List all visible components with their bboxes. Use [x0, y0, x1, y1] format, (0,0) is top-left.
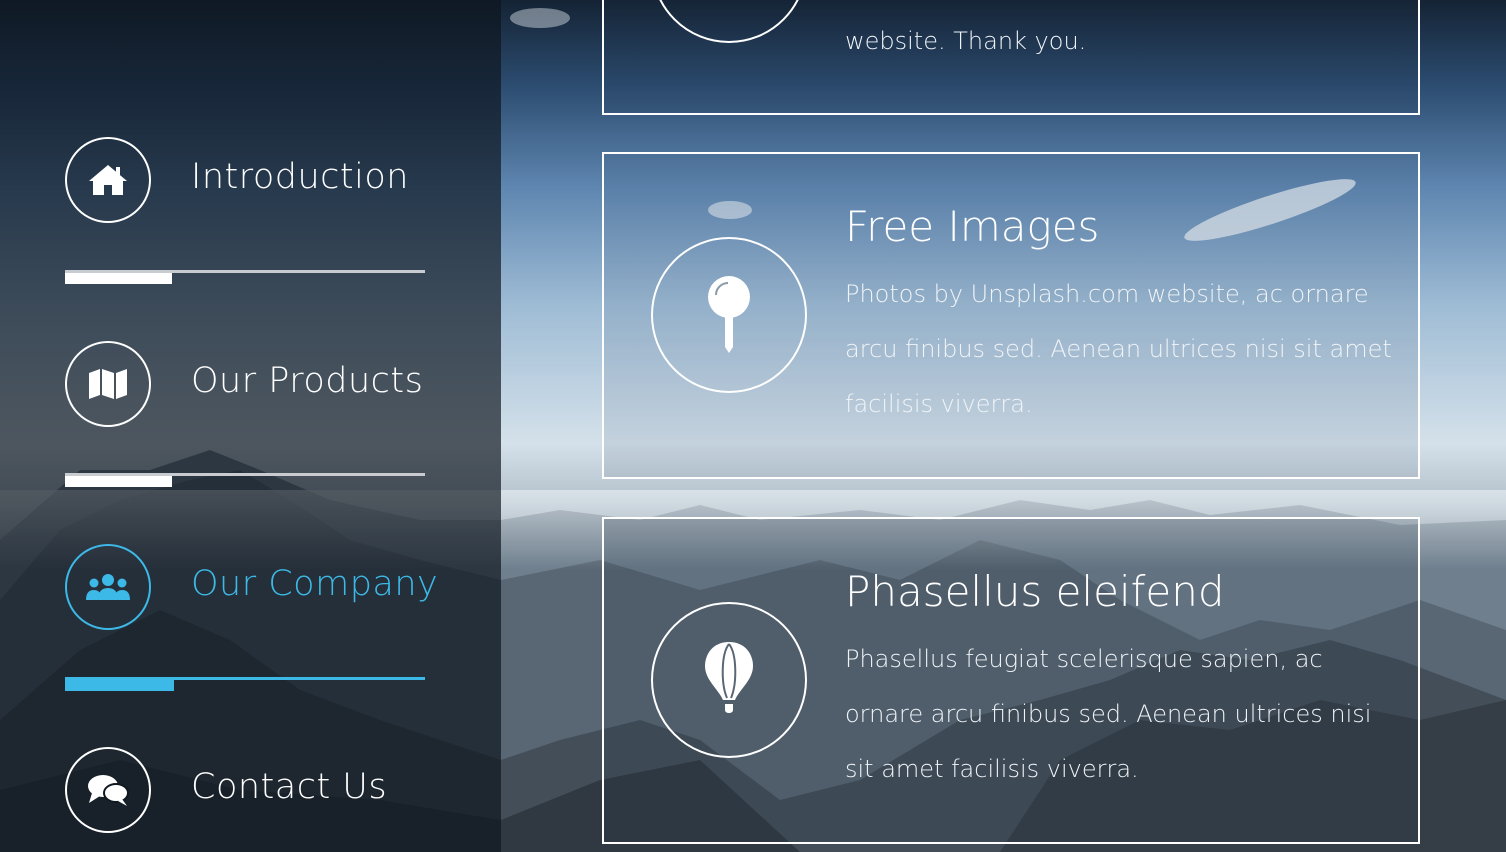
comments-icon: [65, 747, 151, 833]
card-text: Phasellus feugiat scelerisque sapien, ac…: [845, 645, 1372, 783]
nav-progress-bar: [65, 473, 425, 487]
feature-card: website. Thank you.: [602, 0, 1420, 115]
nav-progress-bar: [65, 677, 425, 691]
users-icon: [65, 544, 151, 630]
sidebar-item-introduction[interactable]: Introduction: [65, 137, 445, 227]
sidebar-item-contact-us[interactable]: Contact Us: [65, 747, 445, 837]
home-icon: [65, 137, 151, 223]
map-pin-icon: [651, 237, 807, 393]
sidebar-item-label: Our Company: [191, 564, 439, 604]
partial-circle-icon: [651, 0, 807, 43]
nav-progress-bar: [65, 270, 425, 284]
card-text: Photos by Unsplash.com website, ac ornar…: [845, 280, 1392, 418]
feature-card-free-images: Free Images Photos by Unsplash.com websi…: [602, 152, 1420, 479]
sidebar-item-our-products[interactable]: Our Products: [65, 341, 445, 431]
sidebar-item-our-company[interactable]: Our Company: [65, 544, 445, 634]
feature-card-phasellus: Phasellus eleifend Phasellus feugiat sce…: [602, 517, 1420, 844]
sidebar-item-label: Our Products: [191, 361, 424, 401]
card-title: Free Images: [845, 202, 1100, 251]
sidebar-item-label: Introduction: [191, 157, 409, 197]
card-text: website. Thank you.: [845, 27, 1087, 55]
map-icon: [65, 341, 151, 427]
hot-air-balloon-icon: [651, 602, 807, 758]
card-title: Phasellus eleifend: [845, 567, 1225, 616]
sidebar-item-label: Contact Us: [191, 767, 388, 807]
